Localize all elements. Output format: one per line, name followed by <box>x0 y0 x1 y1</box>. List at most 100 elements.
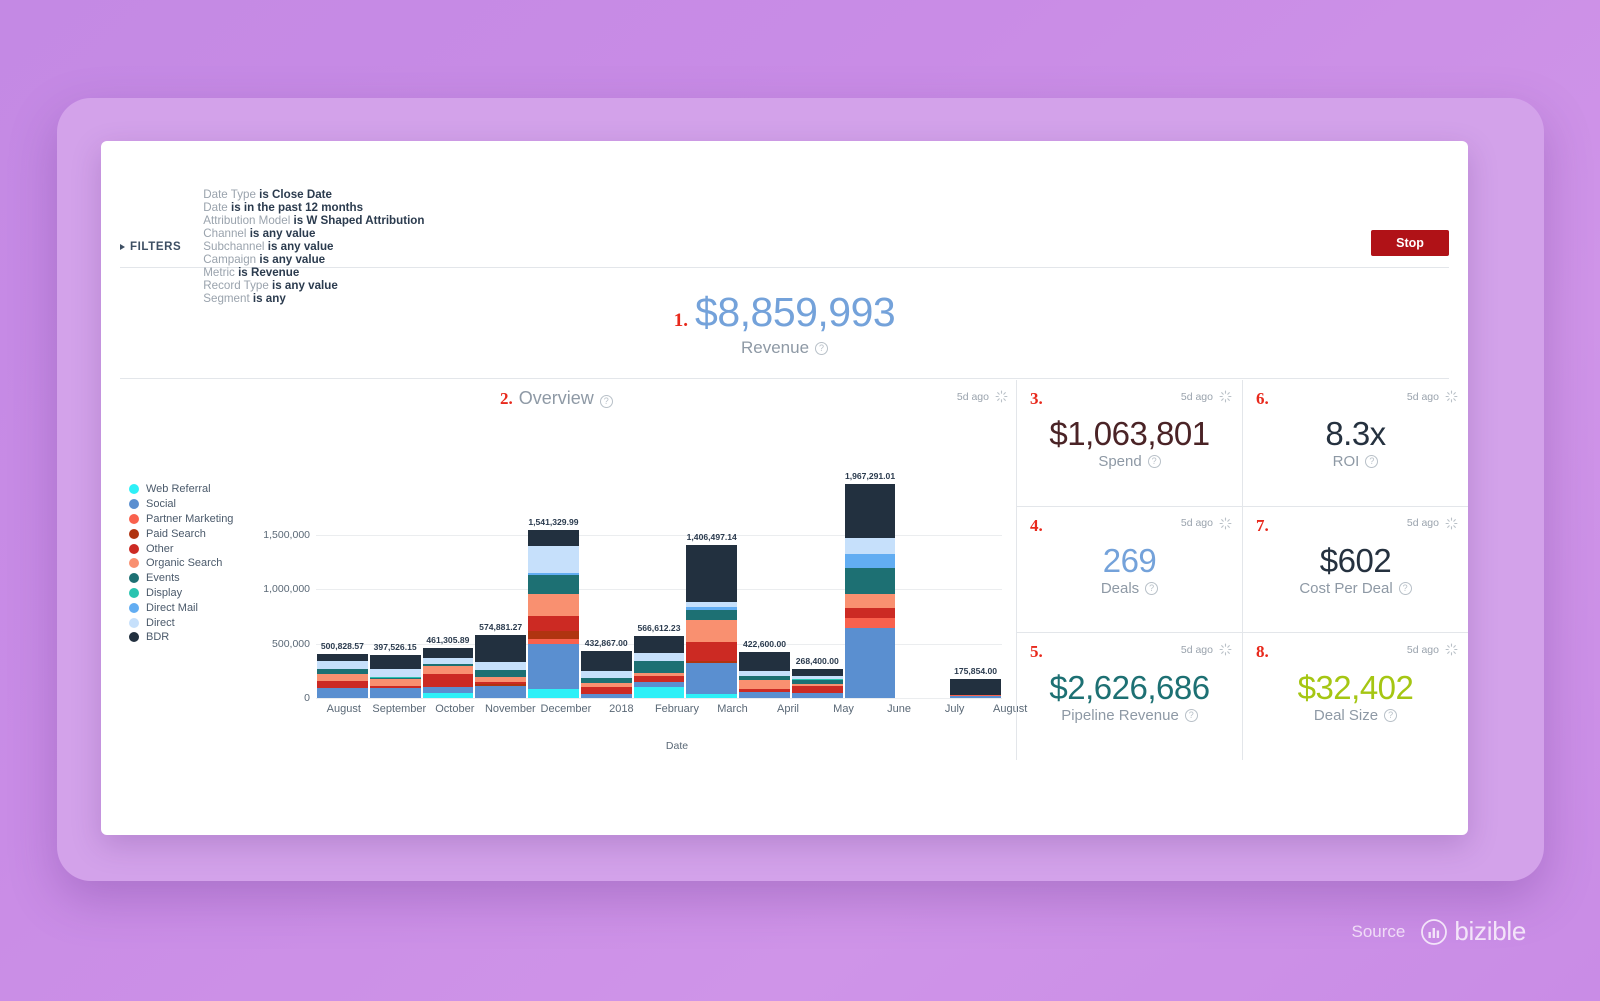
bar-segment[interactable] <box>580 650 632 672</box>
bar-segment[interactable] <box>686 662 738 695</box>
bar-column[interactable]: 268,400.00 <box>791 480 844 698</box>
legend-item[interactable]: Web Referral <box>129 482 233 497</box>
bar-column[interactable]: 574,881.27 <box>474 480 527 698</box>
bar-column[interactable]: 1,967,291.01 <box>844 471 897 698</box>
legend-item[interactable]: Direct Mail <box>129 600 233 615</box>
legend-item[interactable]: Organic Search <box>129 556 233 571</box>
legend-swatch-icon <box>129 602 139 613</box>
bar-segment[interactable] <box>844 594 896 608</box>
bar-segment[interactable] <box>739 679 790 690</box>
bar-column[interactable]: 432,867.00 <box>580 480 633 698</box>
y-axis-tick-label: 0 <box>304 692 310 704</box>
bar-segment[interactable] <box>739 652 790 672</box>
bar-segment[interactable] <box>528 545 579 573</box>
revenue-hero-caption-label: Revenue <box>740 338 810 357</box>
bar-segment[interactable] <box>369 687 421 698</box>
bar-segment[interactable] <box>844 554 896 568</box>
bar-segment[interactable] <box>528 644 579 690</box>
bar-segment[interactable] <box>369 654 421 669</box>
kpi-card[interactable]: 6. 5d ago 8.3x ROI? <box>1242 380 1468 507</box>
kpi-card[interactable]: 7. 5d ago $602 Cost Per Deal? <box>1242 506 1468 634</box>
bar-segment[interactable] <box>528 631 579 639</box>
y-axis-tick-label: 1,500,000 <box>263 528 310 541</box>
bar-segment[interactable] <box>475 662 527 671</box>
filter-chip[interactable]: Date Type is Close Date <box>203 188 424 201</box>
filter-chip[interactable]: Date is in the past 12 months <box>203 201 424 214</box>
bar-segment[interactable] <box>422 686 474 694</box>
info-icon[interactable]: ? <box>1184 709 1198 723</box>
legend-item[interactable]: Events <box>129 571 233 586</box>
info-icon[interactable]: ? <box>1147 455 1161 469</box>
bar-segment[interactable] <box>844 628 896 698</box>
bar-segment[interactable] <box>950 678 1001 696</box>
info-icon[interactable]: ? <box>815 341 829 355</box>
bar-segment[interactable] <box>528 689 579 698</box>
bar-segment[interactable] <box>791 692 843 698</box>
filter-chip[interactable]: Subchannel is any value <box>203 240 424 253</box>
bar-column[interactable] <box>896 480 949 698</box>
info-icon[interactable]: ? <box>1365 455 1379 469</box>
bar-segment[interactable] <box>369 668 421 677</box>
bar-segment[interactable] <box>422 673 474 687</box>
legend-item[interactable]: Paid Search <box>129 526 233 541</box>
bar-segment[interactable] <box>475 635 527 663</box>
bar-segment[interactable] <box>686 641 738 661</box>
info-icon[interactable]: ? <box>1384 709 1398 723</box>
bar-column[interactable]: 566,612.23 <box>633 480 686 698</box>
filters-toggle[interactable]: FILTERS <box>120 241 181 253</box>
bar-column[interactable]: 175,854.00 <box>949 480 1002 698</box>
bar-segment[interactable] <box>844 567 896 595</box>
bar-segment[interactable] <box>422 665 474 674</box>
bar-column[interactable]: 461,305.89 <box>422 480 475 698</box>
bar-segment[interactable] <box>528 530 579 546</box>
bar-segment[interactable] <box>844 537 896 555</box>
legend-item[interactable]: Direct <box>129 615 233 630</box>
bar-column[interactable]: 500,828.57 <box>316 480 369 698</box>
bar-segment[interactable] <box>633 653 685 661</box>
bar-segment[interactable] <box>475 686 527 698</box>
bar-segment[interactable] <box>633 660 685 673</box>
legend-item[interactable]: BDR <box>129 630 233 645</box>
bar-segment[interactable] <box>580 671 632 679</box>
bar-segment[interactable] <box>422 693 474 698</box>
bar-segment[interactable] <box>686 694 738 698</box>
bar-column[interactable]: 1,541,329.99 <box>527 480 580 698</box>
filter-chip[interactable]: Campaign is any value <box>203 253 424 266</box>
bar-segment[interactable] <box>844 618 896 629</box>
bar-segment[interactable] <box>422 647 474 659</box>
info-icon[interactable]: ? <box>599 395 613 408</box>
bar-column[interactable]: 1,406,497.14 <box>685 480 738 698</box>
bar-segment[interactable] <box>791 668 843 677</box>
bar-segment[interactable] <box>686 544 738 602</box>
info-icon[interactable]: ? <box>1145 581 1159 595</box>
legend-item[interactable]: Partner Marketing <box>129 512 233 527</box>
stop-button[interactable]: Stop <box>1371 230 1449 256</box>
bar-segment[interactable] <box>686 619 738 642</box>
kpi-card[interactable]: 5. 5d ago $2,626,686 Pipeline Revenue? <box>1016 633 1242 760</box>
kpi-card[interactable]: 8. 5d ago $32,402 Deal Size? <box>1242 633 1468 760</box>
bar-segment[interactable] <box>633 636 685 654</box>
bar-segment[interactable] <box>739 692 790 698</box>
bar-segment[interactable] <box>528 593 579 616</box>
bar-segment[interactable] <box>633 686 685 698</box>
filter-chip[interactable]: Channel is any value <box>203 227 424 240</box>
bar-segment[interactable] <box>844 607 896 619</box>
bar-segment[interactable] <box>844 483 896 538</box>
bar-segment[interactable] <box>317 660 368 670</box>
legend-item[interactable]: Display <box>129 586 233 601</box>
bar-segment[interactable] <box>580 693 632 698</box>
bar-column[interactable]: 422,600.00 <box>738 480 791 698</box>
bar-column[interactable]: 397,526.15 <box>369 480 422 698</box>
filter-chip[interactable]: Attribution Model is W Shaped Attributio… <box>203 214 424 227</box>
info-icon[interactable]: ? <box>1398 581 1412 595</box>
bar-segment[interactable] <box>528 615 579 632</box>
legend-item[interactable]: Social <box>129 497 233 512</box>
bar-segment[interactable] <box>686 610 738 620</box>
kpi-card[interactable]: 4. 5d ago 269 Deals? <box>1016 506 1242 634</box>
kpi-card[interactable]: 3. 5d ago $1,063,801 Spend? <box>1016 380 1242 507</box>
bar-segment[interactable] <box>317 674 368 682</box>
bar-segment[interactable] <box>528 575 579 594</box>
bar-segment[interactable] <box>950 695 1001 698</box>
bar-segment[interactable] <box>317 687 368 698</box>
legend-item[interactable]: Other <box>129 541 233 556</box>
